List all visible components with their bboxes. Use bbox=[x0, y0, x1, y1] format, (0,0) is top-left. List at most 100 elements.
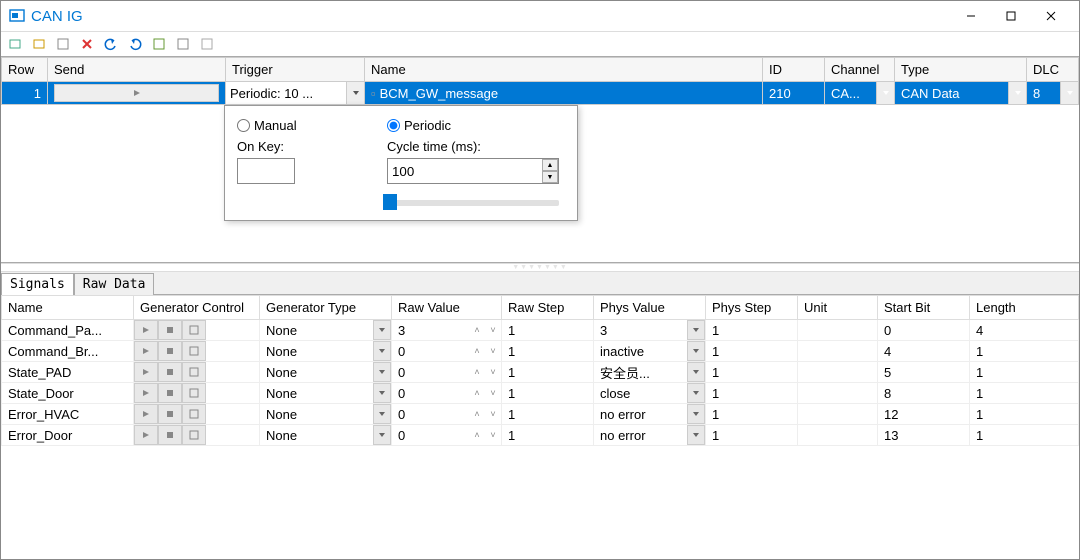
raw-up[interactable]: ˄ bbox=[469, 404, 485, 424]
gentype-select[interactable]: None bbox=[260, 425, 391, 445]
raw-up[interactable]: ˄ bbox=[469, 425, 485, 445]
gentype-select[interactable]: None bbox=[260, 341, 391, 361]
rawstep-input[interactable]: 1 bbox=[502, 362, 594, 383]
raw-up[interactable]: ˄ bbox=[469, 320, 485, 340]
col-id[interactable]: ID bbox=[763, 58, 825, 82]
physstep-input[interactable]: 1 bbox=[706, 425, 798, 446]
onkey-input[interactable] bbox=[237, 158, 295, 184]
gen-stop-button[interactable] bbox=[158, 425, 182, 445]
col-type[interactable]: Type bbox=[895, 58, 1027, 82]
gen-play-button[interactable] bbox=[134, 341, 158, 361]
gen-edit-button[interactable] bbox=[182, 341, 206, 361]
message-row[interactable]: 1 Periodic: 10 ... ▫BCM_GW_message 210 C… bbox=[2, 82, 1079, 105]
physstep-input[interactable]: 1 bbox=[706, 341, 798, 362]
physvalue-select[interactable]: close bbox=[594, 383, 705, 403]
minimize-button[interactable] bbox=[951, 2, 991, 30]
signal-row[interactable]: Command_Pa...None3˄˅13104 bbox=[2, 320, 1079, 341]
channel-dropdown[interactable] bbox=[876, 82, 894, 104]
rawvalue-input[interactable]: 3˄˅ bbox=[392, 320, 501, 340]
signal-row[interactable]: State_DoorNone0˄˅1close181 bbox=[2, 383, 1079, 404]
raw-down[interactable]: ˅ bbox=[485, 404, 501, 424]
physvalue-select[interactable]: no error bbox=[594, 425, 705, 445]
rawvalue-input[interactable]: 0˄˅ bbox=[392, 341, 501, 361]
gen-play-button[interactable] bbox=[134, 362, 158, 382]
scol-physval[interactable]: Phys Value bbox=[594, 296, 706, 320]
periodic-radio[interactable]: Periodic bbox=[387, 118, 559, 133]
raw-down[interactable]: ˅ bbox=[485, 425, 501, 445]
col-name[interactable]: Name bbox=[365, 58, 763, 82]
scol-rawval[interactable]: Raw Value bbox=[392, 296, 502, 320]
gen-play-button[interactable] bbox=[134, 425, 158, 445]
gentype-select[interactable]: None bbox=[260, 404, 391, 424]
toolbar-btn-2[interactable] bbox=[29, 34, 49, 54]
raw-up[interactable]: ˄ bbox=[469, 383, 485, 403]
raw-down[interactable]: ˅ bbox=[485, 320, 501, 340]
cycletime-input[interactable] bbox=[387, 158, 559, 184]
toolbar-btn-8[interactable] bbox=[173, 34, 193, 54]
manual-radio[interactable]: Manual bbox=[237, 118, 381, 133]
cell-name[interactable]: ▫BCM_GW_message bbox=[365, 82, 762, 104]
send-button[interactable] bbox=[54, 84, 219, 102]
toolbar-btn-7[interactable] bbox=[149, 34, 169, 54]
gentype-select[interactable]: None bbox=[260, 383, 391, 403]
gentype-select[interactable]: None bbox=[260, 320, 391, 340]
physstep-input[interactable]: 1 bbox=[706, 383, 798, 404]
trigger-cell[interactable]: Periodic: 10 ... bbox=[226, 82, 364, 104]
rawvalue-input[interactable]: 0˄˅ bbox=[392, 404, 501, 424]
cycletime-spinner[interactable]: ▲▼ bbox=[542, 159, 558, 183]
scol-rawstep[interactable]: Raw Step bbox=[502, 296, 594, 320]
toolbar-btn-1[interactable] bbox=[5, 34, 25, 54]
dlc-dropdown[interactable] bbox=[1060, 82, 1078, 104]
splitter[interactable] bbox=[1, 263, 1079, 272]
tab-rawdata[interactable]: Raw Data bbox=[74, 273, 155, 295]
cell-dlc[interactable]: 8 bbox=[1027, 82, 1078, 104]
toolbar-btn-3[interactable] bbox=[53, 34, 73, 54]
maximize-button[interactable] bbox=[991, 2, 1031, 30]
scol-length[interactable]: Length bbox=[970, 296, 1079, 320]
gen-play-button[interactable] bbox=[134, 320, 158, 340]
rawstep-input[interactable]: 1 bbox=[502, 320, 594, 341]
gen-stop-button[interactable] bbox=[158, 341, 182, 361]
gen-play-button[interactable] bbox=[134, 404, 158, 424]
signal-row[interactable]: Command_Br...None0˄˅1inactive141 bbox=[2, 341, 1079, 362]
raw-down[interactable]: ˅ bbox=[485, 341, 501, 361]
gen-play-button[interactable] bbox=[134, 383, 158, 403]
cell-id[interactable]: 210 bbox=[763, 82, 824, 104]
signal-row[interactable]: Error_DoorNone0˄˅1no error1131 bbox=[2, 425, 1079, 446]
gen-edit-button[interactable] bbox=[182, 404, 206, 424]
gen-stop-button[interactable] bbox=[158, 362, 182, 382]
raw-down[interactable]: ˅ bbox=[485, 383, 501, 403]
signal-row[interactable]: Error_HVACNone0˄˅1no error1121 bbox=[2, 404, 1079, 425]
message-grid[interactable]: Row Send Trigger Name ID Channel Type DL… bbox=[1, 57, 1079, 105]
cell-channel[interactable]: CA... bbox=[825, 82, 894, 104]
col-dlc[interactable]: DLC bbox=[1027, 58, 1079, 82]
rawstep-input[interactable]: 1 bbox=[502, 425, 594, 446]
type-dropdown[interactable] bbox=[1008, 82, 1026, 104]
rawstep-input[interactable]: 1 bbox=[502, 341, 594, 362]
gen-stop-button[interactable] bbox=[158, 404, 182, 424]
physstep-input[interactable]: 1 bbox=[706, 362, 798, 383]
physvalue-select[interactable]: inactive bbox=[594, 341, 705, 361]
signals-table[interactable]: Name Generator Control Generator Type Ra… bbox=[1, 295, 1079, 446]
scol-name[interactable]: Name bbox=[2, 296, 134, 320]
physstep-input[interactable]: 1 bbox=[706, 320, 798, 341]
undo-button[interactable] bbox=[101, 34, 121, 54]
physvalue-select[interactable]: no error bbox=[594, 404, 705, 424]
scol-genctrl[interactable]: Generator Control bbox=[134, 296, 260, 320]
raw-down[interactable]: ˅ bbox=[485, 362, 501, 382]
col-row[interactable]: Row bbox=[2, 58, 48, 82]
gen-edit-button[interactable] bbox=[182, 362, 206, 382]
scol-gentype[interactable]: Generator Type bbox=[260, 296, 392, 320]
gen-edit-button[interactable] bbox=[182, 383, 206, 403]
scol-unit[interactable]: Unit bbox=[798, 296, 878, 320]
col-send[interactable]: Send bbox=[48, 58, 226, 82]
physvalue-select[interactable]: 3 bbox=[594, 320, 705, 340]
scol-physstep[interactable]: Phys Step bbox=[706, 296, 798, 320]
gen-stop-button[interactable] bbox=[158, 320, 182, 340]
gentype-select[interactable]: None bbox=[260, 362, 391, 382]
physvalue-select[interactable]: 安全员... bbox=[594, 362, 705, 382]
tab-signals[interactable]: Signals bbox=[1, 273, 74, 295]
rawstep-input[interactable]: 1 bbox=[502, 404, 594, 425]
slider-thumb[interactable] bbox=[383, 194, 397, 210]
close-button[interactable] bbox=[1031, 2, 1071, 30]
